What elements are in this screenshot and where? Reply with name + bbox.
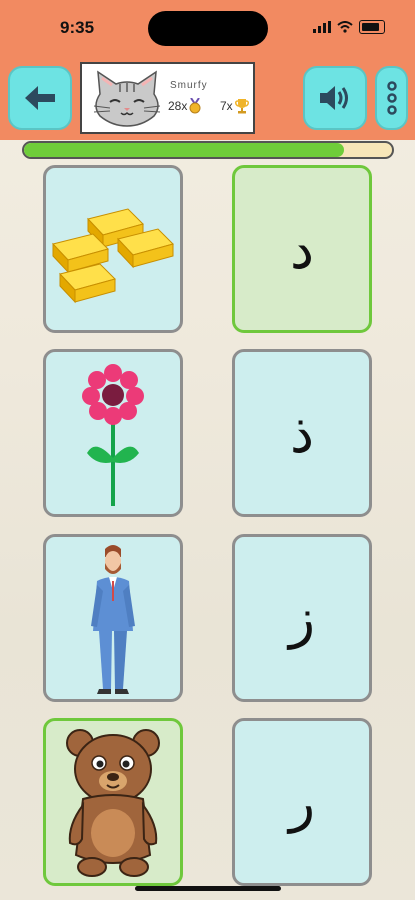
home-indicator	[135, 886, 281, 891]
medals-count: 28x	[168, 99, 188, 113]
medal-icon	[189, 98, 201, 114]
trophy-icon	[234, 99, 249, 114]
gold-bars-card[interactable]	[43, 165, 183, 333]
letter-text: ز	[288, 586, 316, 650]
battery-icon	[359, 20, 385, 34]
progress-bar	[22, 141, 394, 159]
letter-text: ذ	[289, 401, 315, 465]
letter-card-thal[interactable]: ذ	[232, 349, 372, 517]
flower-icon	[82, 364, 144, 506]
flower-card[interactable]	[43, 349, 183, 517]
speaker-icon	[320, 86, 348, 110]
trophies-stat: 7x	[220, 98, 249, 114]
trophies-count: 7x	[220, 99, 233, 113]
progress-fill	[24, 143, 345, 157]
profile-card[interactable]: Smurfy 28x 7x	[80, 62, 255, 134]
dynamic-island	[148, 11, 268, 46]
letter-text: د	[289, 217, 315, 281]
man-card[interactable]	[43, 534, 183, 702]
status-icons	[313, 20, 385, 34]
bear-card[interactable]	[43, 718, 183, 886]
bear-icon	[66, 728, 160, 877]
signal-icon	[313, 21, 331, 33]
letter-card-ra[interactable]: ر	[232, 718, 372, 886]
arrow-left-icon	[25, 86, 55, 110]
gold-bars-icon	[52, 208, 174, 304]
vertical-dots-icon	[386, 81, 397, 115]
cat-face-avatar	[93, 70, 161, 127]
letter-card-zay[interactable]: ز	[232, 534, 372, 702]
wifi-icon	[337, 21, 353, 33]
profile-name: Smurfy	[170, 80, 208, 91]
medals-stat: 28x	[168, 98, 201, 114]
status-time: 9:35	[60, 18, 95, 37]
letter-card-dal[interactable]: د	[232, 165, 372, 333]
man-in-suit-icon	[91, 544, 135, 694]
sound-button[interactable]	[303, 66, 367, 130]
back-button[interactable]	[8, 66, 72, 130]
letter-text: ر	[288, 770, 316, 834]
menu-button[interactable]	[375, 66, 408, 130]
